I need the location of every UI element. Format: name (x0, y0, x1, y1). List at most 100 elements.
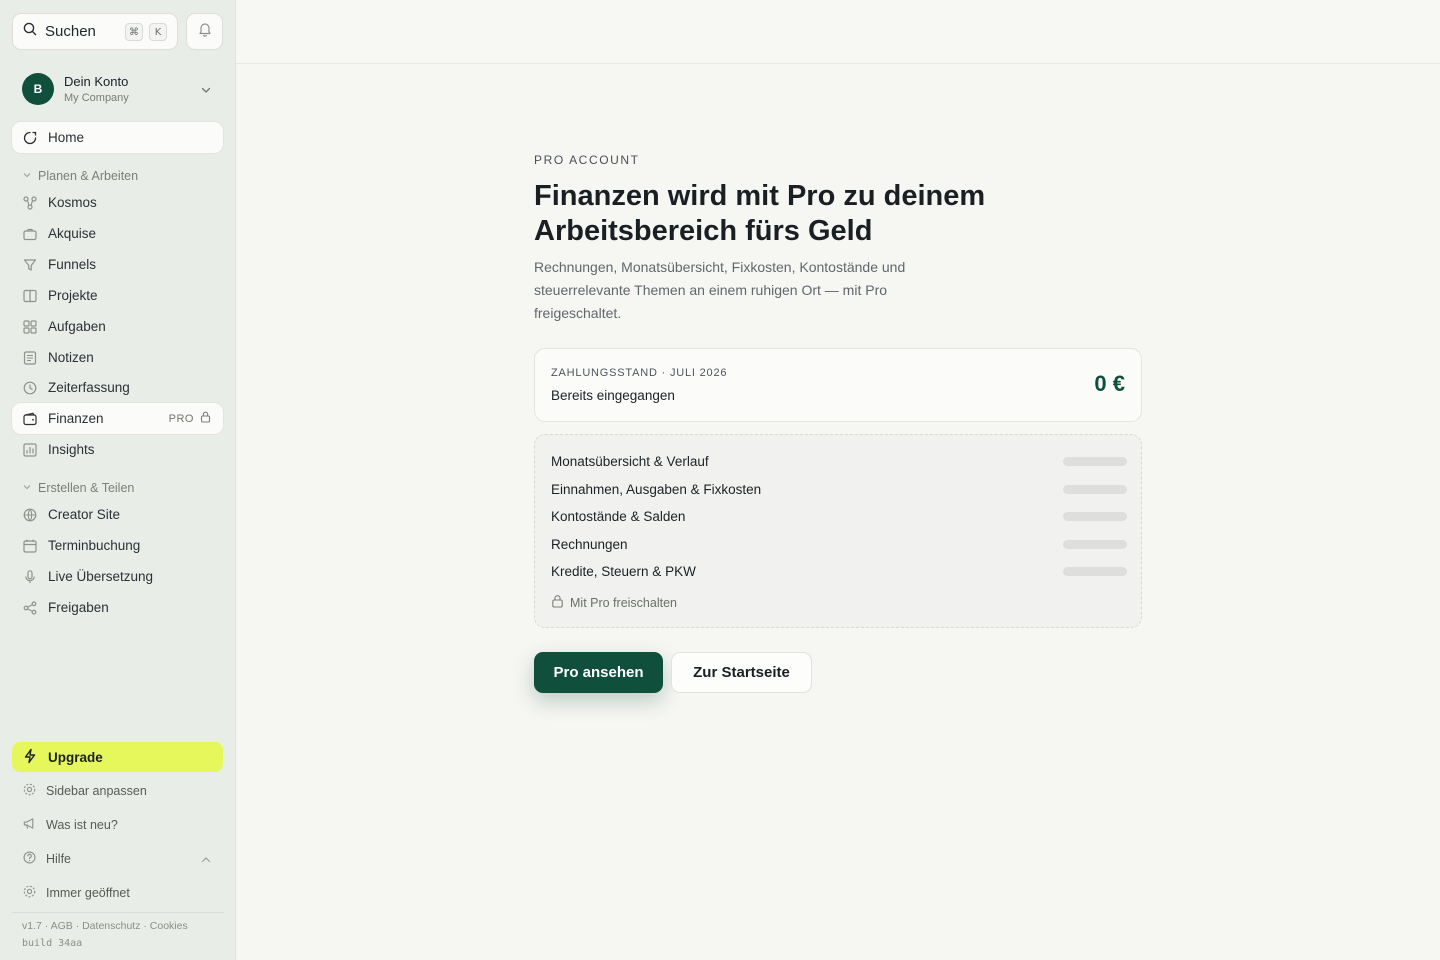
chevron-down-icon (22, 169, 32, 183)
sidebar-item-live-uebersetzung[interactable]: Live Übersetzung (12, 561, 223, 592)
funnel-icon (22, 257, 38, 273)
skeleton-placeholder (1063, 484, 1127, 494)
share-icon (22, 600, 38, 616)
feature-label: Einnahmen, Ausgaben & Fixkosten (551, 481, 762, 497)
page-eyebrow: PRO ACCOUNT (534, 153, 640, 167)
notifications-button[interactable] (186, 13, 223, 50)
account-name: Dein Konto (64, 74, 129, 89)
section-toggle-planen[interactable]: Planen & Arbeiten (22, 167, 138, 185)
sidebar-item-notizen[interactable]: Notizen (12, 342, 223, 373)
go-home-button[interactable]: Zur Startseite (671, 652, 812, 693)
sidebar-item-home[interactable]: Home (12, 122, 223, 153)
feature-row: Einnahmen, Ausgaben & Fixkosten (551, 480, 1127, 498)
skeleton-placeholder (1063, 539, 1127, 549)
sidebar-item-label: Aufgaben (48, 319, 106, 334)
status-amount: 0 € (1094, 371, 1125, 396)
footer-links[interactable]: v1.7 · AGB · Datenschutz · Cookies (22, 920, 188, 932)
sidebar-item-label: Projekte (48, 288, 98, 303)
util-label: Was ist neu? (46, 818, 118, 832)
sidebar-item-label: Kosmos (48, 195, 97, 210)
lock-icon (551, 594, 564, 611)
sidebar-item-finanzen[interactable]: Finanzen PRO (12, 403, 223, 434)
status-eyebrow: ZAHLUNGSSTAND · JULI 2026 (551, 367, 728, 379)
sidebar-item-terminbuchung[interactable]: Terminbuchung (12, 530, 223, 561)
globe-icon (22, 507, 38, 523)
section-label: Erstellen & Teilen (38, 481, 135, 495)
calendar-icon (22, 538, 38, 554)
note-icon (22, 350, 38, 366)
microphone-icon (22, 569, 38, 585)
chevron-down-icon (22, 481, 32, 495)
sidebar-item-aufgaben[interactable]: Aufgaben (12, 311, 223, 342)
account-switcher[interactable]: B Dein Konto My Company (12, 66, 224, 112)
insights-icon (22, 442, 38, 458)
sidebar-item-label: Funnels (48, 257, 97, 272)
sidebar-item-insights[interactable]: Insights (12, 434, 223, 465)
sidebar-item-label: Home (48, 130, 85, 145)
upgrade-button[interactable]: Upgrade (12, 742, 223, 772)
columns-icon (22, 288, 38, 304)
bell-icon (197, 21, 213, 42)
sidebar-item-label: Freigaben (48, 600, 109, 615)
gear-icon (22, 782, 37, 800)
skeleton-placeholder (1063, 566, 1127, 576)
feature-row: Monatsübersicht & Verlauf (551, 452, 1127, 470)
util-label: Sidebar anpassen (46, 784, 147, 798)
whats-new-button[interactable]: Was ist neu? (22, 816, 118, 834)
search-button[interactable]: Suchen ⌘ K (12, 13, 178, 50)
feature-label: Monatsübersicht & Verlauf (551, 453, 709, 469)
sidebar-item-label: Zeiterfassung (48, 380, 130, 395)
sidebar-item-funnels[interactable]: Funnels (12, 249, 223, 280)
sidebar-item-akquise[interactable]: Akquise (12, 218, 223, 249)
feature-label: Kontostände & Salden (551, 508, 686, 524)
home-icon (22, 130, 38, 146)
feature-label: Kredite, Steuern & PKW (551, 563, 696, 579)
shortcut-letter-key: K (149, 23, 167, 41)
help-button[interactable]: Hilfe (22, 850, 71, 868)
sidebar-item-kosmos[interactable]: Kosmos (12, 187, 223, 218)
sidebar-customize-button[interactable]: Sidebar anpassen (22, 782, 147, 800)
always-open-toggle[interactable]: Immer geöffnet (22, 884, 130, 902)
unlock-hint: Mit Pro freischalten (551, 594, 677, 611)
section-label: Planen & Arbeiten (38, 169, 139, 183)
sidebar-item-label: Akquise (48, 226, 97, 241)
chevron-up-icon[interactable] (200, 853, 212, 871)
sidebar-item-label: Insights (48, 442, 95, 457)
top-bar (236, 0, 1440, 64)
avatar: B (22, 73, 54, 105)
settings-icon (22, 884, 37, 902)
clock-icon (22, 380, 38, 396)
account-company: My Company (64, 92, 129, 104)
briefcase-icon (22, 226, 38, 242)
megaphone-icon (22, 816, 37, 834)
feature-row: Kontostände & Salden (551, 507, 1127, 525)
kosmos-icon (22, 195, 38, 211)
sidebar-item-label: Notizen (48, 350, 94, 365)
page-title: Finanzen wird mit Pro zu deinem Arbeitsb… (534, 180, 986, 247)
locked-features-panel: Monatsübersicht & Verlauf Einnahmen, Aus… (534, 434, 1142, 628)
payment-status-card: ZAHLUNGSSTAND · JULI 2026 Bereits eingeg… (534, 348, 1142, 422)
sidebar-item-projekte[interactable]: Projekte (12, 280, 223, 311)
search-icon (23, 22, 37, 41)
util-label: Hilfe (46, 852, 72, 866)
sidebar-item-label: Finanzen (48, 411, 104, 426)
section-toggle-erstellen[interactable]: Erstellen & Teilen (22, 479, 134, 497)
sidebar-item-label: Live Übersetzung (48, 569, 154, 584)
page-description: Rechnungen, Monatsübersicht, Fixkosten, … (534, 259, 906, 321)
lock-icon (200, 411, 211, 426)
feature-label: Rechnungen (551, 536, 628, 552)
sidebar: Suchen ⌘ K B Dein Konto My Company Home … (0, 0, 236, 960)
view-pro-button[interactable]: Pro ansehen (534, 652, 663, 693)
sidebar-item-label: Creator Site (48, 507, 121, 522)
sidebar-item-zeiterfassung[interactable]: Zeiterfassung (12, 372, 223, 403)
sidebar-item-freigaben[interactable]: Freigaben (12, 592, 223, 623)
status-label: Bereits eingegangen (551, 388, 675, 403)
feature-row: Rechnungen (551, 535, 1127, 553)
sidebar-item-creator-site[interactable]: Creator Site (12, 499, 223, 530)
build-label: build 34aa (22, 938, 83, 949)
skeleton-placeholder (1063, 511, 1127, 521)
footer-divider (12, 912, 224, 913)
upgrade-label: Upgrade (48, 749, 103, 765)
util-label: Immer geöffnet (46, 886, 130, 900)
pro-badge-label: PRO (168, 412, 194, 425)
